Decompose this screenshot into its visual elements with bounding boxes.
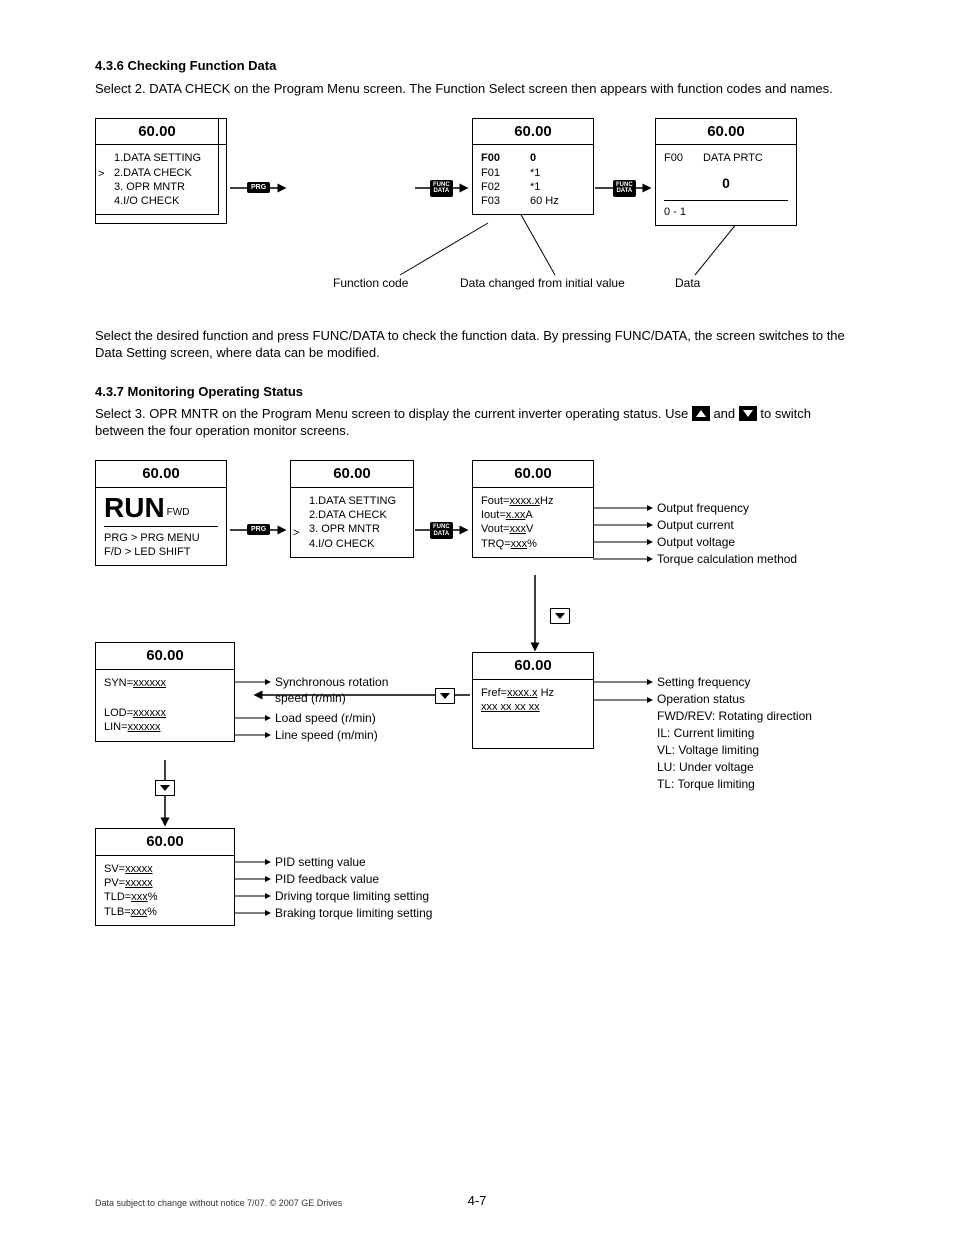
screen-opr-3: 60.00 SYN=xxxxxx LOD=xxxxxx LIN=xxxxxx <box>95 642 235 741</box>
caption-function-code: Function code <box>333 276 408 292</box>
screen-opr-1: 60.00 Fout=xxxx.xHz Iout=x.xxA Vout=xxxV… <box>472 460 594 558</box>
diagram-437: 60.00 RUNFWD PRG > PRG MENU F/D > LED SH… <box>95 460 859 980</box>
up-arrow-icon <box>692 406 710 421</box>
caption-data-changed: Data changed from initial value <box>460 276 625 292</box>
screen-opr-4: 60.00 SV=xxxxx PV=xxxxx TLD=xxx% TLB=xxx… <box>95 828 235 926</box>
prg-button-2: PRG <box>247 524 270 535</box>
down-arrow-icon <box>739 406 757 421</box>
caption-data: Data <box>675 276 700 292</box>
func-data-button-2: FUNCDATA <box>613 180 636 197</box>
prg-button: PRG <box>247 182 270 193</box>
screen-opr-2: 60.00 Fref=xxxx.x Hz xxx xx xx xx <box>472 652 594 749</box>
intro-436: Select 2. DATA CHECK on the Program Menu… <box>95 81 859 98</box>
footer-notice: Data subject to change without notice 7/… <box>95 1198 342 1210</box>
down-button-3 <box>155 780 175 796</box>
intro-437: Select 3. OPR MNTR on the Program Menu s… <box>95 406 859 440</box>
heading-437: 4.3.7 Monitoring Operating Status <box>95 384 859 401</box>
screen-data-setting: 60.00 F00DATA PRTC 0 0 - 1 <box>655 118 797 226</box>
para-436-2: Select the desired function and press FU… <box>95 328 859 362</box>
diagram-436: 60.00 RUNFWD PRG > PRG MENU F/D > LED SH… <box>95 118 859 318</box>
screen-func-select: 60.00 F000 F01*1 F02*1 F0360 Hz <box>472 118 594 216</box>
screen-run-2: 60.00 RUNFWD PRG > PRG MENU F/D > LED SH… <box>95 460 227 566</box>
down-button-1 <box>550 608 570 624</box>
screen-menu-2: 60.00 1.DATA SETTING 2.DATA CHECK > 3. O… <box>290 460 414 558</box>
func-data-button-3: FUNCDATA <box>430 522 453 539</box>
heading-436: 4.3.6 Checking Function Data <box>95 58 859 75</box>
screen-menu: 60.00 1.DATA SETTING 2.DATA CHECK > 3. O… <box>95 118 219 216</box>
func-data-button: FUNCDATA <box>430 180 453 197</box>
down-button-2 <box>435 688 455 704</box>
